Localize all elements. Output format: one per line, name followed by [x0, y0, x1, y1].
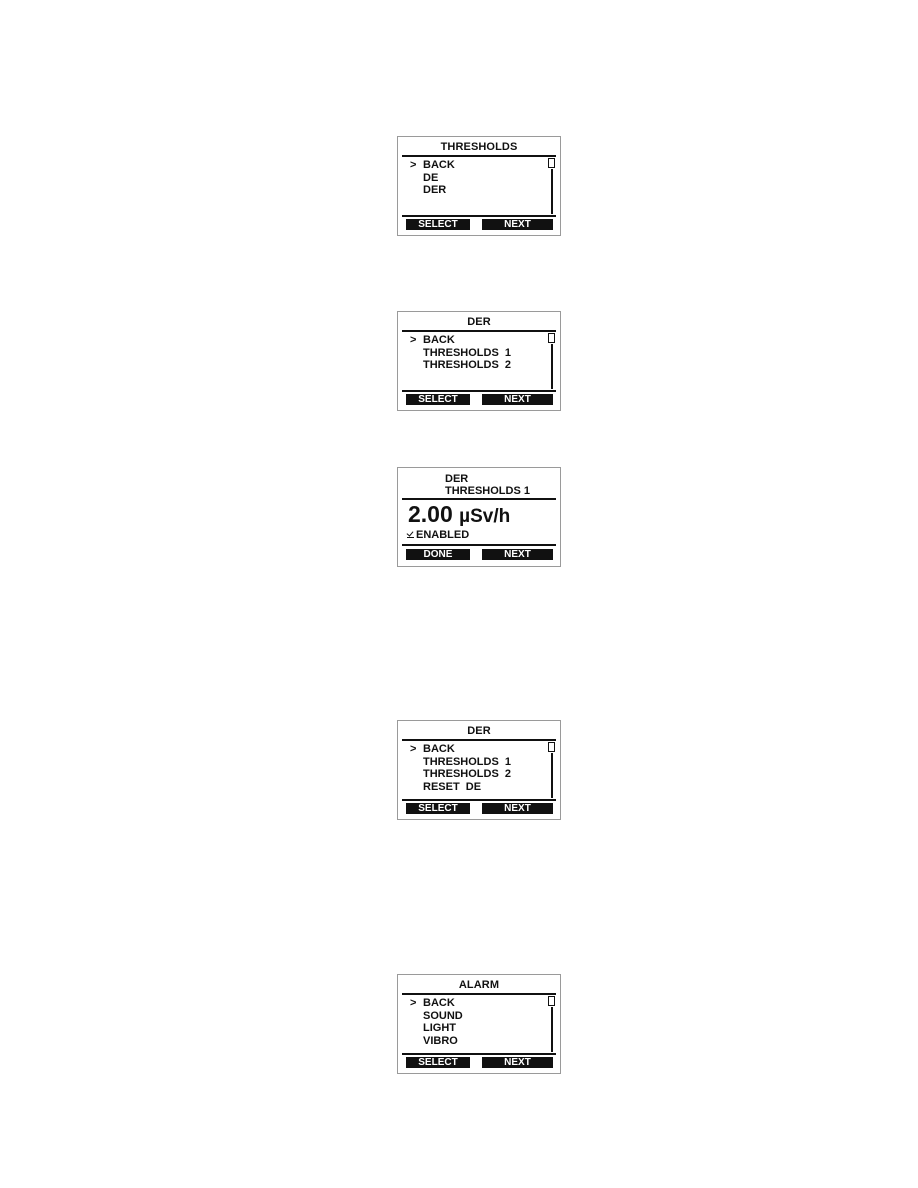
- threshold-unit: µSv/h: [459, 506, 511, 527]
- next-button[interactable]: NEXT: [482, 394, 553, 405]
- menu-list: BACK THRESHOLDS 1 THRESHOLDS 2: [423, 334, 511, 372]
- menu-item-back[interactable]: BACK: [423, 743, 511, 756]
- divider: [402, 330, 556, 332]
- cursor-chevron-icon: >: [410, 159, 417, 171]
- threshold-value: 2.00: [408, 501, 453, 527]
- scrollbar-track[interactable]: [551, 169, 553, 214]
- screen-title: DER: [467, 725, 491, 737]
- menu-item-thresholds-2[interactable]: THRESHOLDS 2: [423, 359, 511, 372]
- divider: [402, 498, 556, 500]
- divider: [402, 544, 556, 546]
- scrollbar-thumb[interactable]: [548, 333, 555, 343]
- screen-der-menu-extended: DER > BACK THRESHOLDS 1 THRESHOLDS 2 RES…: [397, 720, 561, 820]
- screen-title: ALARM: [458, 979, 500, 991]
- next-button[interactable]: NEXT: [482, 1057, 553, 1068]
- screen-title: DER: [467, 316, 491, 328]
- select-button[interactable]: SELECT: [406, 394, 470, 405]
- enabled-checkbox[interactable]: ENABLED: [407, 529, 469, 541]
- menu-item-light[interactable]: LIGHT: [423, 1022, 463, 1035]
- menu-item-back[interactable]: BACK: [423, 159, 455, 172]
- enabled-label: ENABLED: [416, 529, 470, 541]
- cursor-chevron-icon: >: [410, 743, 417, 755]
- screen-alarm-menu: ALARM > BACK SOUND LIGHT VIBRO SELECT NE…: [397, 974, 561, 1074]
- menu-list: BACK THRESHOLDS 1 THRESHOLDS 2 RESET DE: [423, 743, 511, 794]
- next-button[interactable]: NEXT: [482, 549, 553, 560]
- menu-item-reset-de[interactable]: RESET DE: [423, 781, 511, 794]
- menu-item-vibro[interactable]: VIBRO: [423, 1035, 463, 1048]
- threshold-value-field[interactable]: 2.00 µSv/h: [408, 501, 510, 530]
- divider: [402, 215, 556, 217]
- menu-item-thresholds-1[interactable]: THRESHOLDS 1: [423, 347, 511, 360]
- menu-item-de[interactable]: DE: [423, 172, 455, 185]
- divider: [402, 739, 556, 741]
- menu-item-thresholds-1[interactable]: THRESHOLDS 1: [423, 756, 511, 769]
- menu-item-der[interactable]: DER: [423, 184, 455, 197]
- divider: [402, 993, 556, 995]
- cursor-chevron-icon: >: [410, 997, 417, 1009]
- menu-item-back[interactable]: BACK: [423, 997, 463, 1010]
- scrollbar-track[interactable]: [551, 753, 553, 798]
- divider: [402, 799, 556, 801]
- menu-item-thresholds-2[interactable]: THRESHOLDS 2: [423, 768, 511, 781]
- checkbox-checked-icon: [407, 530, 414, 538]
- screen-header: DER THRESHOLDS 1: [445, 473, 530, 497]
- next-button[interactable]: NEXT: [482, 803, 553, 814]
- divider: [402, 390, 556, 392]
- select-button[interactable]: SELECT: [406, 1057, 470, 1068]
- next-button[interactable]: NEXT: [482, 219, 553, 230]
- header-line-1: DER: [445, 473, 469, 485]
- select-button[interactable]: SELECT: [406, 219, 470, 230]
- select-button[interactable]: SELECT: [406, 803, 470, 814]
- scrollbar-track[interactable]: [551, 344, 553, 389]
- scrollbar-thumb[interactable]: [548, 158, 555, 168]
- scrollbar-thumb[interactable]: [548, 742, 555, 752]
- menu-list: BACK DE DER: [423, 159, 455, 197]
- divider: [402, 1053, 556, 1055]
- screen-der-threshold-1-edit: DER THRESHOLDS 1 2.00 µSv/h ENABLED DONE…: [397, 467, 561, 567]
- menu-item-sound[interactable]: SOUND: [423, 1010, 463, 1023]
- menu-item-back[interactable]: BACK: [423, 334, 511, 347]
- scrollbar-thumb[interactable]: [548, 996, 555, 1006]
- scrollbar-track[interactable]: [551, 1007, 553, 1052]
- done-button[interactable]: DONE: [406, 549, 470, 560]
- screen-title: THRESHOLDS: [440, 141, 518, 153]
- divider: [402, 155, 556, 157]
- cursor-chevron-icon: >: [410, 334, 417, 346]
- header-line-2: THRESHOLDS 1: [445, 485, 530, 497]
- screen-der-menu: DER > BACK THRESHOLDS 1 THRESHOLDS 2 SEL…: [397, 311, 561, 411]
- screen-thresholds-menu: THRESHOLDS > BACK DE DER SELECT NEXT: [397, 136, 561, 236]
- menu-list: BACK SOUND LIGHT VIBRO: [423, 997, 463, 1048]
